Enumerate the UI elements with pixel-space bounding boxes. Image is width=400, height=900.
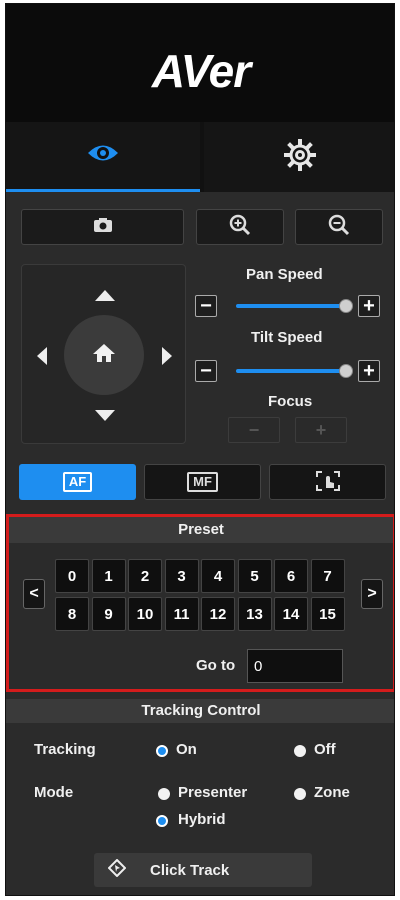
- pan-speed-slider-handle[interactable]: [339, 299, 353, 313]
- preset-button[interactable]: 1: [91, 559, 126, 593]
- zoom-in-button[interactable]: [196, 209, 284, 245]
- click-track-label: Click Track: [150, 861, 230, 879]
- click-track-button[interactable]: Click Track: [94, 853, 312, 887]
- preset-prev-button[interactable]: <: [23, 579, 45, 609]
- tracking-control-title: Tracking Control: [6, 699, 394, 723]
- tilt-speed-decrease-button[interactable]: −: [195, 360, 217, 382]
- preset-next-button[interactable]: >: [361, 579, 383, 609]
- preset-button[interactable]: 0: [55, 559, 89, 593]
- tracking-label: Tracking: [34, 741, 96, 758]
- ptz-direction-pad: [21, 264, 186, 444]
- focus-far-button[interactable]: +: [295, 417, 347, 443]
- af-label: AF: [62, 472, 93, 492]
- mode-zone-label[interactable]: Zone: [314, 784, 350, 801]
- preset-button[interactable]: 2: [128, 559, 162, 593]
- aver-logo: AVer: [151, 45, 251, 97]
- focus-label: Focus: [268, 393, 313, 410]
- preset-button[interactable]: 6: [274, 559, 308, 593]
- mf-label: MF: [187, 472, 218, 492]
- mode-presenter-radio[interactable]: [158, 788, 170, 800]
- click-track-icon: [107, 858, 127, 882]
- preset-button[interactable]: 13: [237, 597, 272, 631]
- preset-button[interactable]: 11: [164, 597, 199, 631]
- snapshot-button[interactable]: [21, 209, 184, 245]
- preset-button[interactable]: 14: [274, 597, 308, 631]
- goto-label: Go to: [196, 657, 236, 674]
- preset-button[interactable]: 12: [201, 597, 235, 631]
- preset-section: Preset < > 0 1 2 3 4 5 6 7 8 9 10 11 12 13 14 15 Go to: [6, 514, 394, 692]
- preset-grid: 0 1 2 3 4 5 6 7 8 9 10 11 12 13 14 15: [55, 559, 347, 633]
- preset-button[interactable]: 4: [201, 559, 235, 593]
- home-icon: [92, 343, 116, 368]
- mode-label: Mode: [34, 784, 74, 801]
- preset-button[interactable]: 15: [310, 597, 345, 631]
- tracking-off-label[interactable]: Off: [314, 741, 336, 758]
- zoom-in-icon: [229, 214, 251, 241]
- pan-speed-label: Pan Speed: [246, 266, 323, 283]
- preset-title: Preset: [9, 517, 393, 543]
- pan-up-arrow-icon[interactable]: [95, 290, 115, 301]
- touch-focus-button[interactable]: [269, 464, 386, 500]
- tilt-speed-slider[interactable]: [236, 369, 346, 373]
- tracking-on-label[interactable]: On: [176, 741, 197, 758]
- preset-button[interactable]: 8: [55, 597, 89, 631]
- mode-hybrid-radio[interactable]: [156, 815, 168, 827]
- autofocus-button[interactable]: AF: [19, 464, 136, 500]
- mode-presenter-label[interactable]: Presenter: [178, 784, 247, 801]
- mode-zone-radio[interactable]: [294, 788, 306, 800]
- touch-focus-icon: [315, 470, 341, 495]
- tracking-off-radio[interactable]: [294, 745, 306, 757]
- camera-icon: [93, 217, 113, 238]
- pan-down-arrow-icon[interactable]: [95, 410, 115, 421]
- tracking-on-radio[interactable]: [156, 745, 168, 757]
- tilt-speed-increase-button[interactable]: +: [358, 360, 380, 382]
- pan-left-arrow-icon[interactable]: [37, 347, 47, 365]
- gear-icon: [284, 138, 316, 176]
- tab-view[interactable]: [6, 122, 200, 192]
- zoom-out-icon: [328, 214, 350, 241]
- tab-bar: [6, 122, 394, 192]
- tab-settings[interactable]: [204, 122, 394, 192]
- mode-hybrid-label[interactable]: Hybrid: [178, 811, 226, 828]
- focus-near-button[interactable]: −: [228, 417, 280, 443]
- eye-icon: [86, 142, 120, 169]
- tilt-speed-slider-handle[interactable]: [339, 364, 353, 378]
- goto-preset-input[interactable]: [247, 649, 343, 683]
- zoom-out-button[interactable]: [295, 209, 383, 245]
- manual-focus-button[interactable]: MF: [144, 464, 261, 500]
- home-button[interactable]: [64, 315, 144, 395]
- camera-control-panel: AVer Pan Speed − + Tilt Speed − + Focus …: [5, 3, 395, 896]
- tilt-speed-label: Tilt Speed: [251, 329, 323, 346]
- pan-right-arrow-icon[interactable]: [162, 347, 172, 365]
- header: AVer: [6, 4, 394, 122]
- preset-button[interactable]: 9: [91, 597, 126, 631]
- pan-speed-increase-button[interactable]: +: [358, 295, 380, 317]
- preset-button[interactable]: 3: [164, 559, 199, 593]
- preset-button[interactable]: 7: [310, 559, 345, 593]
- preset-button[interactable]: 10: [128, 597, 162, 631]
- pan-speed-slider[interactable]: [236, 304, 346, 308]
- pan-speed-decrease-button[interactable]: −: [195, 295, 217, 317]
- preset-button[interactable]: 5: [237, 559, 272, 593]
